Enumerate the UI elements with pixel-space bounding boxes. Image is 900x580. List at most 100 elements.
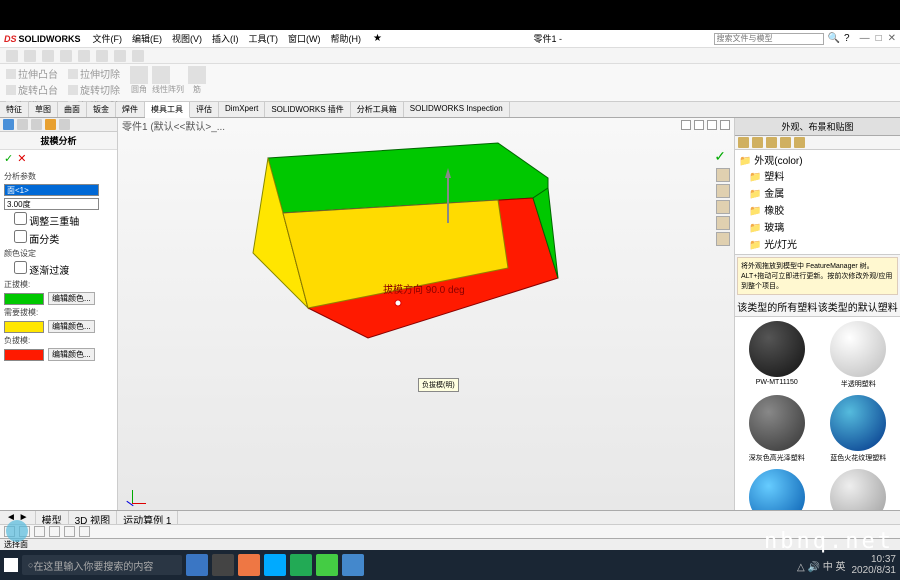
edit-pos-color[interactable]: 编辑颜色... bbox=[48, 292, 95, 305]
undo-icon[interactable] bbox=[78, 50, 90, 62]
print-icon[interactable] bbox=[60, 50, 72, 62]
start-button[interactable] bbox=[4, 558, 18, 572]
vp-icon-3[interactable] bbox=[707, 120, 717, 130]
tb-app-7[interactable] bbox=[342, 554, 364, 576]
appearance-icon[interactable] bbox=[738, 137, 749, 148]
tb-app-3[interactable] bbox=[238, 554, 260, 576]
tab-model[interactable]: 模型 bbox=[36, 511, 69, 524]
taskbar-search[interactable]: ○ 在这里输入你要搜索的内容 bbox=[22, 555, 182, 575]
maximize-button[interactable]: □ bbox=[876, 33, 882, 44]
menu-view[interactable]: 视图(V) bbox=[168, 31, 206, 46]
negative-swatch[interactable] bbox=[4, 349, 44, 361]
side-tool-5[interactable] bbox=[716, 232, 730, 246]
faceclass-checkbox[interactable] bbox=[14, 230, 27, 243]
tab-surface[interactable]: 曲面 bbox=[58, 102, 87, 117]
material-item[interactable]: 深灰色高光泽塑料 bbox=[739, 395, 815, 463]
tab-addins[interactable]: SOLIDWORKS 插件 bbox=[265, 102, 350, 117]
tree-plastic[interactable]: 📁 塑料 bbox=[739, 167, 896, 184]
tab-evaluate[interactable]: 评估 bbox=[190, 102, 219, 117]
edit-req-color[interactable]: 编辑颜色... bbox=[48, 320, 95, 333]
tab-mold-tools[interactable]: 模具工具 bbox=[145, 102, 190, 118]
menu-file[interactable]: 文件(F) bbox=[89, 31, 127, 46]
tab-features[interactable]: 特征 bbox=[0, 102, 29, 117]
tab-analysis[interactable]: 分析工具箱 bbox=[351, 102, 404, 117]
display-icon[interactable] bbox=[59, 119, 70, 130]
redo-icon[interactable] bbox=[96, 50, 108, 62]
triad-icon[interactable] bbox=[124, 484, 144, 504]
search-input[interactable] bbox=[714, 33, 824, 45]
help-icon[interactable]: ? bbox=[844, 33, 850, 44]
tab-motion[interactable]: 运动算例 1 bbox=[117, 511, 178, 524]
positive-swatch[interactable] bbox=[4, 293, 44, 305]
edit-neg-color[interactable]: 编辑颜色... bbox=[48, 348, 95, 361]
menu-window[interactable]: 窗口(W) bbox=[284, 31, 325, 46]
material-item[interactable]: PW-MT11150 bbox=[739, 321, 815, 389]
tb-app-6[interactable] bbox=[316, 554, 338, 576]
model-view[interactable]: 拔模方向 90.0 deg bbox=[238, 138, 568, 368]
menu-insert[interactable]: 插入(I) bbox=[208, 31, 243, 46]
vp-icon-4[interactable] bbox=[720, 120, 730, 130]
open-icon[interactable] bbox=[24, 50, 36, 62]
rp-icon-4[interactable] bbox=[780, 137, 791, 148]
close-button[interactable]: ✕ bbox=[888, 33, 896, 44]
decal-icon[interactable] bbox=[766, 137, 777, 148]
material-item[interactable]: 半透明塑料 bbox=[821, 321, 897, 389]
sk-rect-icon[interactable] bbox=[49, 526, 60, 537]
side-tool-1[interactable] bbox=[716, 168, 730, 182]
gradient-checkbox[interactable] bbox=[14, 261, 27, 274]
menu-help[interactable]: 帮助(H) bbox=[327, 31, 366, 46]
cat-all[interactable]: 该类型的所有塑料 bbox=[737, 299, 817, 314]
triad-checkbox[interactable] bbox=[14, 212, 27, 225]
rebuild-icon[interactable] bbox=[114, 50, 126, 62]
side-tool-2[interactable] bbox=[716, 184, 730, 198]
material-item[interactable]: 圆网格塑料 bbox=[821, 469, 897, 510]
search-icon[interactable]: 🔍 bbox=[828, 33, 840, 44]
config-icon[interactable] bbox=[31, 119, 42, 130]
vp-icon-1[interactable] bbox=[681, 120, 691, 130]
direction-input[interactable] bbox=[4, 184, 99, 196]
scene-icon[interactable] bbox=[752, 137, 763, 148]
new-icon[interactable] bbox=[6, 50, 18, 62]
tab-sheetmetal[interactable]: 钣金 bbox=[87, 102, 116, 117]
tb-app-4[interactable] bbox=[264, 554, 286, 576]
tab-3dview[interactable]: 3D 视图 bbox=[69, 511, 118, 524]
sk-arc-icon[interactable] bbox=[34, 526, 45, 537]
tab-sketch[interactable]: 草图 bbox=[29, 102, 58, 117]
ok-button[interactable]: ✓ bbox=[4, 152, 13, 165]
menu-edit[interactable]: 编辑(E) bbox=[128, 31, 166, 46]
tb-app-1[interactable] bbox=[186, 554, 208, 576]
options-icon[interactable] bbox=[132, 50, 144, 62]
angle-input[interactable] bbox=[4, 198, 99, 210]
side-tool-3[interactable] bbox=[716, 200, 730, 214]
tab-weldment[interactable]: 焊件 bbox=[116, 102, 145, 117]
tree-root[interactable]: 📁 外观(color) bbox=[739, 152, 896, 167]
tray-icons[interactable]: △ 🔊 中 英 bbox=[797, 558, 845, 573]
side-tool-4[interactable] bbox=[716, 216, 730, 230]
dimxpert-icon[interactable] bbox=[45, 119, 56, 130]
tree-light[interactable]: 📁 光/灯光 bbox=[739, 235, 896, 252]
save-icon[interactable] bbox=[42, 50, 54, 62]
tab-inspection[interactable]: SOLIDWORKS Inspection bbox=[404, 102, 510, 117]
tb-app-5[interactable] bbox=[290, 554, 312, 576]
tree-rubber[interactable]: 📁 橡胶 bbox=[739, 201, 896, 218]
material-item[interactable]: 蓝色火花纹理塑料 bbox=[821, 395, 897, 463]
tree-glass[interactable]: 📁 玻璃 bbox=[739, 218, 896, 235]
vp-icon-2[interactable] bbox=[694, 120, 704, 130]
menu-tools[interactable]: 工具(T) bbox=[245, 31, 283, 46]
cancel-button[interactable]: ✕ bbox=[17, 152, 26, 165]
breadcrumb[interactable]: 零件1 (默认<<默认>_... bbox=[122, 118, 225, 133]
viewport[interactable]: 零件1 (默认<<默认>_... ✓ bbox=[118, 118, 734, 510]
sk-spline-icon[interactable] bbox=[64, 526, 75, 537]
clock-time[interactable]: 10:37 bbox=[852, 554, 897, 565]
tree-metal[interactable]: 📁 金属 bbox=[739, 184, 896, 201]
tab-dimxpert[interactable]: DimXpert bbox=[219, 102, 265, 117]
minimize-button[interactable]: — bbox=[860, 33, 870, 44]
confirm-icon[interactable]: ✓ bbox=[714, 148, 726, 165]
feature-tree-icon[interactable] bbox=[3, 119, 14, 130]
property-icon[interactable] bbox=[17, 119, 28, 130]
rp-icon-5[interactable] bbox=[794, 137, 805, 148]
cat-default[interactable]: 该类型的默认塑料 bbox=[818, 299, 898, 314]
tb-app-2[interactable] bbox=[212, 554, 234, 576]
material-item[interactable]: 蓝色纹理塑料 bbox=[739, 469, 815, 510]
required-swatch[interactable] bbox=[4, 321, 44, 333]
